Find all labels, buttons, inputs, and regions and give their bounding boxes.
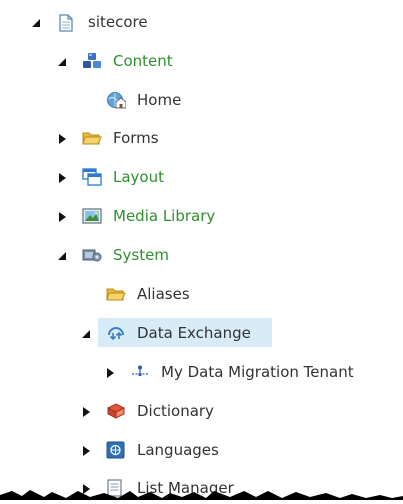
layout-window-icon [82, 168, 102, 186]
tree-node-languages[interactable]: Languages [0, 436, 403, 466]
expand-triangle-icon[interactable] [80, 406, 92, 418]
torn-edge-decoration [0, 490, 403, 500]
tree-node-my-data-migration-tenant[interactable]: My Data Migration Tenant [0, 358, 403, 388]
tree-node-label: Aliases [137, 285, 190, 303]
collapse-triangle-icon[interactable] [30, 17, 42, 29]
tree-node-content[interactable]: Content [0, 47, 403, 77]
content-cubes-icon [82, 52, 101, 70]
languages-flag-icon [106, 441, 125, 459]
tree-node-label: Content [113, 52, 173, 70]
tree-node-sitecore[interactable]: sitecore [0, 8, 403, 38]
content-tree: sitecore Content Home Forms Layout Media… [0, 0, 403, 500]
tree-node-system[interactable]: System [0, 241, 403, 271]
tree-node-data-exchange[interactable]: Data Exchange [0, 319, 403, 349]
tree-node-label: Languages [137, 441, 219, 459]
system-gears-icon [82, 247, 102, 265]
tree-node-forms[interactable]: Forms [0, 124, 403, 154]
tree-node-label: Media Library [113, 207, 216, 225]
expand-triangle-icon[interactable] [56, 133, 68, 145]
dictionary-book-icon [106, 402, 126, 420]
tree-node-label: System [113, 246, 169, 264]
tree-node-dictionary[interactable]: Dictionary [0, 397, 403, 427]
folder-icon [82, 129, 102, 147]
tree-node-label: Data Exchange [137, 324, 251, 342]
collapse-triangle-icon[interactable] [56, 56, 68, 68]
document-icon [58, 14, 76, 32]
tree-node-label: Layout [113, 168, 164, 186]
expand-triangle-icon[interactable] [80, 445, 92, 457]
tree-node-label: Home [137, 91, 182, 109]
tree-node-label: Forms [113, 129, 159, 147]
collapse-triangle-icon[interactable] [56, 250, 68, 262]
tenant-network-icon [130, 364, 148, 382]
tree-node-media-library[interactable]: Media Library [0, 202, 403, 232]
tree-node-aliases[interactable]: Aliases [0, 280, 403, 310]
tree-node-layout[interactable]: Layout [0, 163, 403, 193]
image-icon [82, 208, 102, 226]
collapse-triangle-icon[interactable] [80, 328, 92, 340]
expand-triangle-icon[interactable] [104, 367, 116, 379]
home-globe-icon [106, 91, 127, 109]
tree-node-label: My Data Migration Tenant [161, 363, 354, 381]
expand-triangle-icon[interactable] [56, 211, 68, 223]
tree-node-home[interactable]: Home [0, 86, 403, 116]
tree-node-label: sitecore [88, 13, 148, 31]
expand-triangle-icon[interactable] [56, 172, 68, 184]
tree-node-label: Dictionary [137, 402, 214, 420]
folder-icon [106, 285, 126, 303]
data-exchange-icon [106, 324, 124, 342]
